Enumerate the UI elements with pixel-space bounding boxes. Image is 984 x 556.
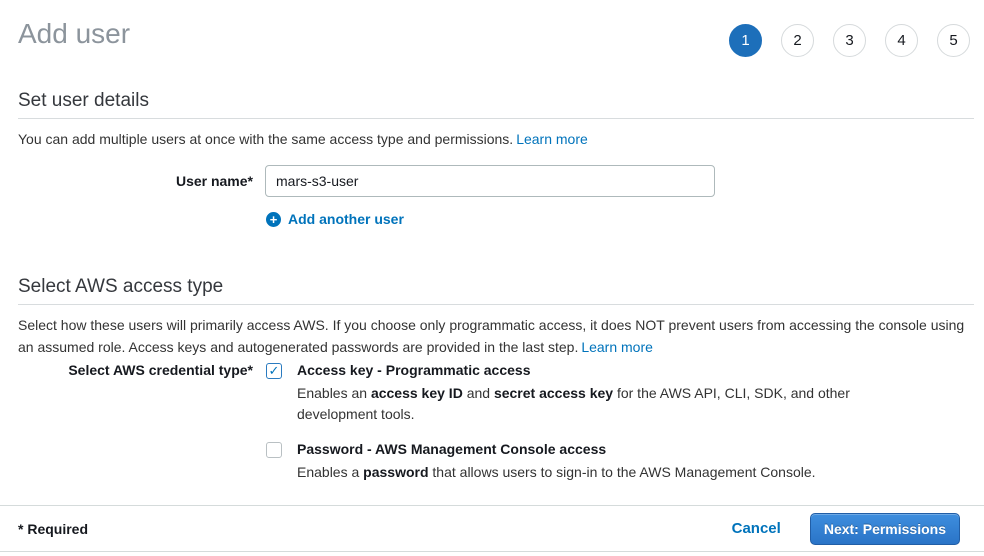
user-name-label: User name* xyxy=(18,165,253,197)
step-3-indicator: 3 xyxy=(833,24,866,57)
access-key-option-title: Access key - Programmatic access xyxy=(297,361,857,379)
wizard-step-indicator: 1 2 3 4 5 xyxy=(729,24,970,57)
password-option-title: Password - AWS Management Console access xyxy=(297,440,816,458)
user-details-description: You can add multiple users at once with … xyxy=(18,128,974,150)
step-2-indicator: 2 xyxy=(781,24,814,57)
access-type-description: Select how these users will primarily ac… xyxy=(18,314,974,358)
plus-circle-icon: + xyxy=(266,212,281,227)
credential-type-row: Select AWS credential type* ✓ Access key… xyxy=(18,361,974,483)
wizard-footer: * Required Cancel Next: Permissions xyxy=(0,505,984,552)
user-details-heading: Set user details xyxy=(18,90,974,119)
step-5-indicator: 5 xyxy=(937,24,970,57)
user-details-description-text: You can add multiple users at once with … xyxy=(18,131,513,147)
next-permissions-button[interactable]: Next: Permissions xyxy=(810,513,960,545)
credential-options: ✓ Access key - Programmatic access Enabl… xyxy=(266,361,857,483)
access-key-option: ✓ Access key - Programmatic access Enabl… xyxy=(266,361,857,425)
access-type-heading: Select AWS access type xyxy=(18,276,974,305)
password-option-text: Password - AWS Management Console access… xyxy=(297,440,816,483)
step-1-indicator: 1 xyxy=(729,24,762,57)
required-note: * Required xyxy=(18,521,732,537)
add-another-user-button[interactable]: + Add another user xyxy=(266,211,404,227)
section-user-details: Set user details You can add multiple us… xyxy=(18,90,974,150)
learn-more-link-access-type[interactable]: Learn more xyxy=(581,339,653,355)
learn-more-link-user-details[interactable]: Learn more xyxy=(516,131,588,147)
password-option-description: Enables a password that allows users to … xyxy=(297,462,816,483)
section-access-type: Select AWS access type Select how these … xyxy=(18,276,974,358)
user-name-input[interactable] xyxy=(265,165,715,197)
access-key-option-text: Access key - Programmatic access Enables… xyxy=(297,361,857,425)
access-key-checkbox[interactable]: ✓ xyxy=(266,363,282,379)
credential-type-label: Select AWS credential type* xyxy=(18,361,253,483)
password-option: Password - AWS Management Console access… xyxy=(266,440,857,483)
cancel-button[interactable]: Cancel xyxy=(732,520,781,537)
page-title: Add user xyxy=(18,18,130,50)
step-4-indicator: 4 xyxy=(885,24,918,57)
password-checkbox[interactable] xyxy=(266,442,282,458)
access-key-option-description: Enables an access key ID and secret acce… xyxy=(297,383,857,425)
add-another-user-label: Add another user xyxy=(288,211,404,227)
user-name-row: User name* xyxy=(18,165,715,197)
access-type-description-text: Select how these users will primarily ac… xyxy=(18,317,964,355)
